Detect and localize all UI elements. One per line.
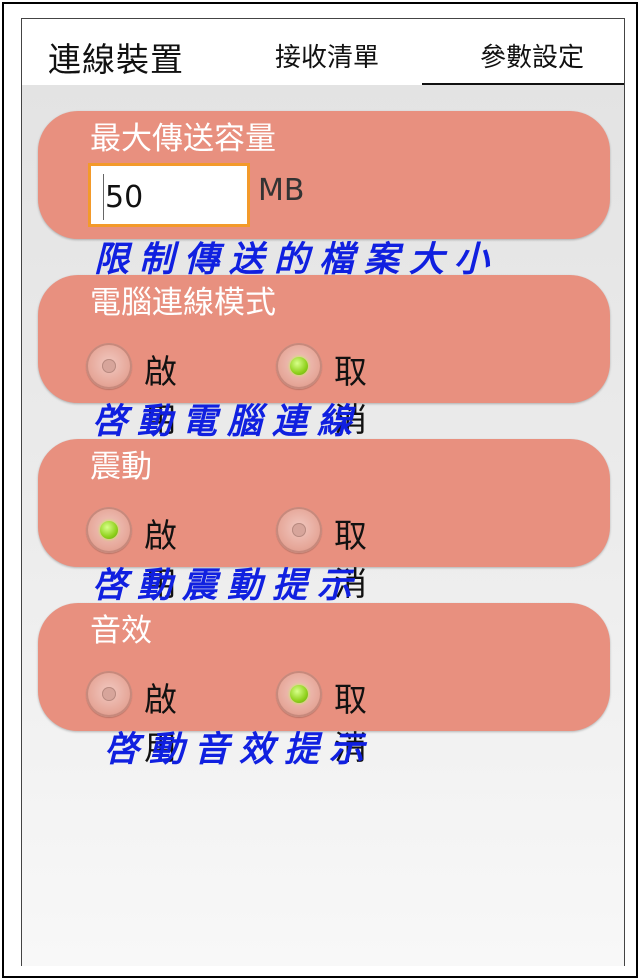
vibration-title: 震動 xyxy=(90,449,152,485)
max-size-unit: MB xyxy=(258,173,305,208)
sound-hint: 啓動音效提示 xyxy=(104,729,375,770)
tab-parameter-settings[interactable]: 參數設定 xyxy=(440,37,624,74)
pc-mode-enable-radio[interactable] xyxy=(86,343,132,389)
sound-card: 音效 啟用 取消 xyxy=(38,603,610,767)
max-size-card: 最大傳送容量 50 MB xyxy=(38,111,610,239)
max-size-title: 最大傳送容量 xyxy=(90,121,276,157)
settings-panel: 最大傳送容量 50 MB 限制傳送的檔案大小 電腦連線模式 啟用 取消 啓動電腦… xyxy=(22,85,624,966)
vibration-enable-radio[interactable] xyxy=(86,507,132,553)
sound-disable-radio[interactable] xyxy=(276,671,322,717)
window-frame: 連線裝置 接收清單 參數設定 最大傳送容量 50 MB 限制傳送的檔案大小 電腦… xyxy=(2,2,638,978)
pc-mode-title: 電腦連線模式 xyxy=(90,285,276,321)
pc-mode-disable-radio[interactable] xyxy=(276,343,322,389)
vibration-disable-radio[interactable] xyxy=(276,507,322,553)
vibration-hint: 啓動震動提示 xyxy=(92,565,363,606)
vibration-card: 震動 啟用 取消 xyxy=(38,439,610,603)
header: 連線裝置 接收清單 參數設定 xyxy=(22,19,624,91)
sound-enable-radio[interactable] xyxy=(86,671,132,717)
app-screen: 連線裝置 接收清單 參數設定 最大傳送容量 50 MB 限制傳送的檔案大小 電腦… xyxy=(21,18,625,966)
tab-receive-list[interactable]: 接收清單 xyxy=(262,37,392,74)
text-cursor xyxy=(103,174,104,220)
pc-mode-hint: 啓動電腦連線 xyxy=(92,401,363,442)
max-size-value: 50 xyxy=(105,180,144,215)
sound-title: 音效 xyxy=(90,613,152,649)
max-size-input[interactable]: 50 xyxy=(88,163,250,227)
pc-mode-card: 電腦連線模式 啟用 取消 xyxy=(38,275,610,439)
app-title: 連線裝置 xyxy=(48,40,184,79)
